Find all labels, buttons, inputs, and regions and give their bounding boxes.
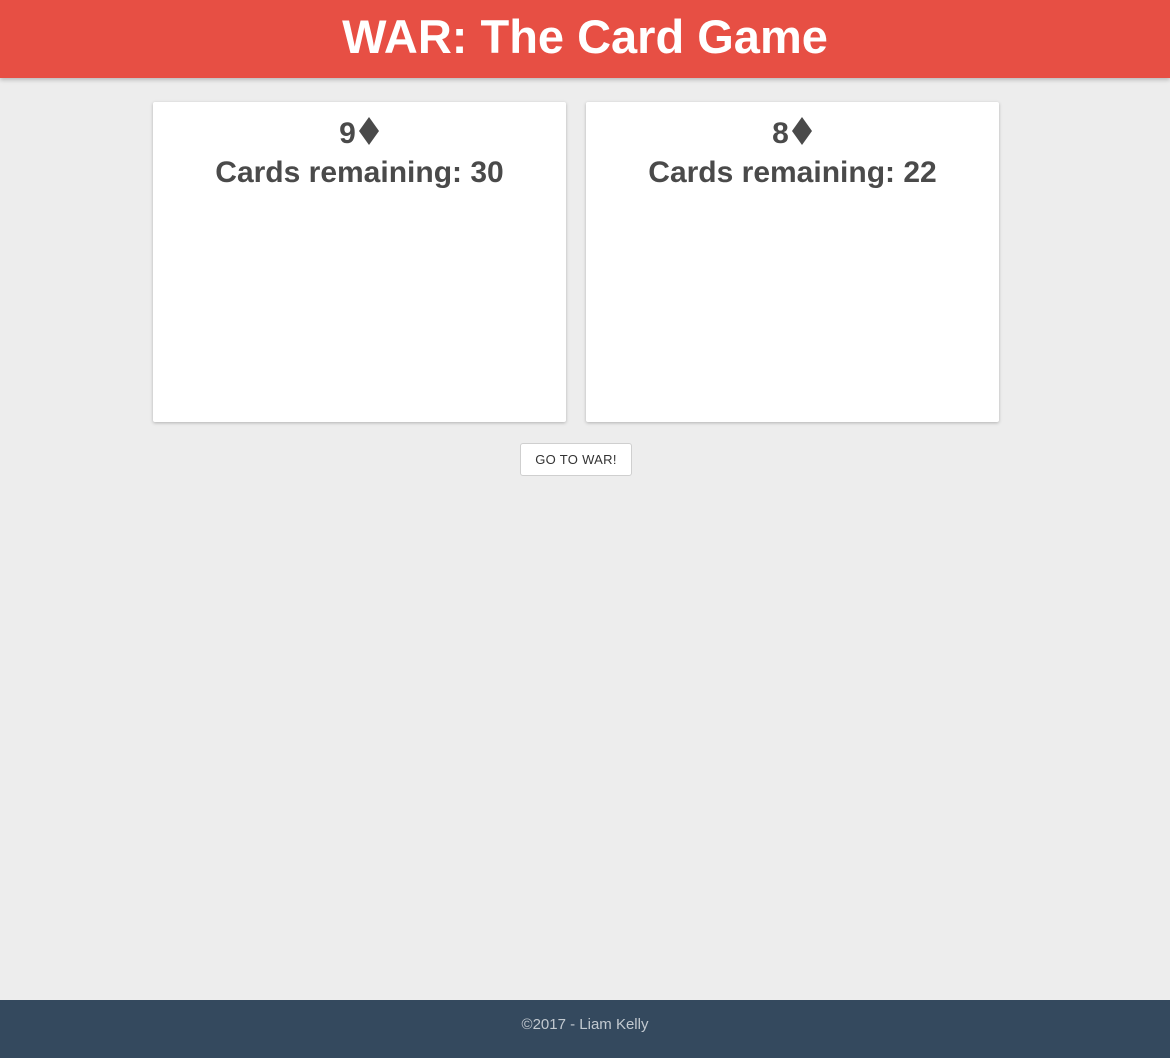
card-rank: 8 [772,117,789,150]
player-two-panel: 8 Cards remaining: 22 [586,102,999,422]
player-one-panel: 9 Cards remaining: 30 [153,102,566,422]
go-to-war-button[interactable]: GO TO WAR! [520,443,632,476]
player-one-card: 9 [153,116,566,152]
cards-remaining-label: Cards remaining: 22 [648,156,937,189]
diamond-icon [791,116,813,146]
card-rank: 9 [339,117,356,150]
diamond-icon [358,116,380,146]
player-two-card: 8 [586,116,999,152]
page-title: WAR: The Card Game [342,9,828,63]
copyright-text: ©2017 - Liam Kelly [521,1015,649,1033]
cards-remaining-label: Cards remaining: 30 [215,156,504,189]
page-footer: ©2017 - Liam Kelly [0,1000,1170,1058]
app-header: WAR: The Card Game [0,0,1170,78]
